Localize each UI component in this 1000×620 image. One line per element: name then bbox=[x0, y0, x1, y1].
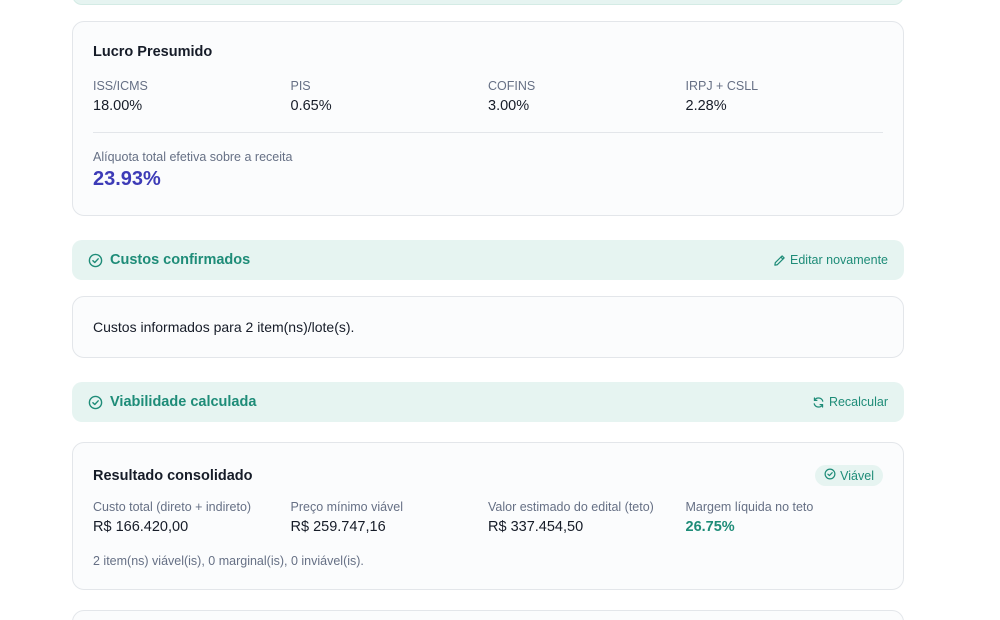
banner-heading: Custos confirmados bbox=[88, 252, 250, 268]
total-rate-value: 23.93% bbox=[93, 168, 161, 190]
check-circle-icon bbox=[824, 468, 836, 483]
result-summary: 2 item(ns) viável(is), 0 marginal(is), 0… bbox=[93, 554, 364, 568]
costs-info-card: Custos informados para 2 item(ns)/lote(s… bbox=[72, 296, 904, 358]
divider bbox=[93, 132, 883, 133]
metric-value: R$ 259.747,16 bbox=[290, 519, 386, 535]
metric-minimum-price: Preço mínimo viável R$ 259.747,16 bbox=[291, 500, 489, 535]
metric-value: R$ 166.420,00 bbox=[93, 519, 189, 535]
tax-rate-irpj-csll: IRPJ + CSLL 2.28% bbox=[686, 79, 884, 114]
recalculate-button[interactable]: Recalcular bbox=[812, 395, 888, 409]
tax-rate-iss-icms: ISS/ICMS 18.00% bbox=[93, 79, 291, 114]
metric-value: 26.75% bbox=[685, 519, 735, 535]
status-badge-label: Viável bbox=[840, 468, 874, 483]
pencil-icon bbox=[773, 254, 786, 267]
metric-label: Margem líquida no teto bbox=[685, 500, 814, 514]
result-metrics-grid: Custo total (direto + indireto) R$ 166.4… bbox=[93, 500, 883, 535]
recalculate-label: Recalcular bbox=[828, 395, 888, 409]
tax-rates-grid: ISS/ICMS 18.00% PIS 0.65% COFINS 3.00% I… bbox=[93, 79, 883, 114]
check-circle-icon bbox=[88, 395, 103, 410]
tax-regime-card: Lucro Presumido ISS/ICMS 18.00% PIS 0.65… bbox=[72, 21, 904, 216]
edit-again-label: Editar novamente bbox=[790, 253, 888, 267]
banner-heading: Viabilidade calculada bbox=[88, 394, 256, 410]
tax-rate-cofins: COFINS 3.00% bbox=[488, 79, 686, 114]
tax-rate-pis: PIS 0.65% bbox=[291, 79, 489, 114]
result-title: Resultado consolidado bbox=[93, 467, 253, 484]
tax-rate-label: PIS bbox=[290, 79, 311, 93]
tax-rate-label: IRPJ + CSLL bbox=[685, 79, 759, 93]
metric-label: Custo total (direto + indireto) bbox=[93, 500, 252, 514]
metric-total-cost: Custo total (direto + indireto) R$ 166.4… bbox=[93, 500, 291, 535]
result-header: Resultado consolidado Viável bbox=[93, 465, 883, 486]
viability-calculated-title: Viabilidade calculada bbox=[110, 394, 257, 410]
previous-section-edge bbox=[72, 0, 904, 5]
tax-rate-value: 2.28% bbox=[685, 98, 727, 114]
edit-again-button[interactable]: Editar novamente bbox=[773, 253, 888, 267]
next-section-edge bbox=[72, 610, 904, 620]
metric-net-margin: Margem líquida no teto 26.75% bbox=[686, 500, 884, 535]
tax-rate-value: 0.65% bbox=[290, 98, 332, 114]
costs-confirmed-banner: Custos confirmados Editar novamente bbox=[72, 240, 904, 280]
metric-label: Preço mínimo viável bbox=[290, 500, 404, 514]
metric-estimated-value: Valor estimado do edital (teto) R$ 337.4… bbox=[488, 500, 686, 535]
metric-value: R$ 337.454,50 bbox=[488, 519, 584, 535]
tax-rate-value: 3.00% bbox=[488, 98, 530, 114]
status-badge: Viável bbox=[815, 465, 883, 486]
tax-rate-label: ISS/ICMS bbox=[93, 79, 148, 93]
page: Lucro Presumido ISS/ICMS 18.00% PIS 0.65… bbox=[0, 0, 1000, 620]
consolidated-result-card: Resultado consolidado Viável Custo total… bbox=[72, 442, 904, 590]
tax-regime-title: Lucro Presumido bbox=[93, 44, 213, 60]
viability-calculated-banner: Viabilidade calculada Recalcular bbox=[72, 382, 904, 422]
tax-rate-value: 18.00% bbox=[93, 98, 143, 114]
tax-rate-label: COFINS bbox=[488, 79, 536, 93]
total-rate-label: Alíquota total efetiva sobre a receita bbox=[93, 150, 293, 164]
metric-label: Valor estimado do edital (teto) bbox=[488, 500, 654, 514]
costs-confirmed-title: Custos confirmados bbox=[110, 252, 251, 268]
refresh-icon bbox=[812, 396, 825, 409]
costs-info-text: Custos informados para 2 item(ns)/lote(s… bbox=[93, 319, 355, 335]
check-circle-icon bbox=[88, 253, 103, 268]
